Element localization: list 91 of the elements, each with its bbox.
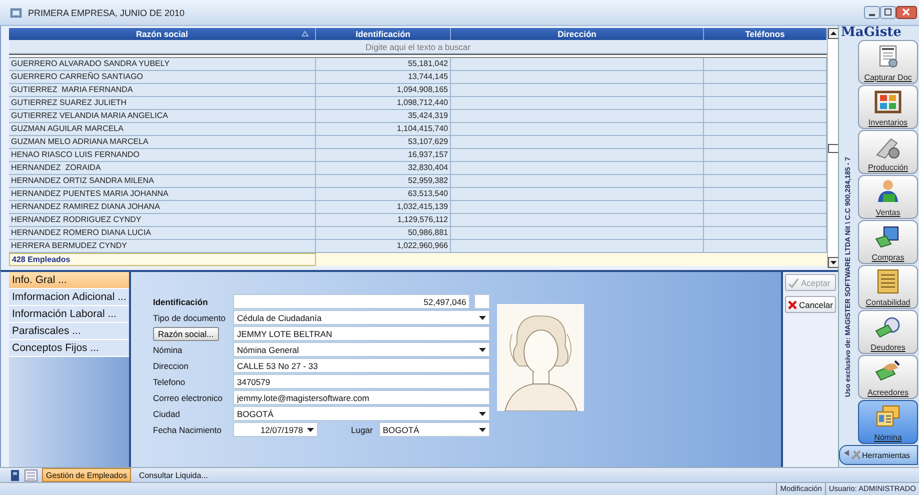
dropdown[interactable]: Cédula de Ciudadanía	[233, 310, 490, 325]
input-field[interactable]: 3470579	[233, 374, 490, 389]
shelf-icon	[873, 88, 903, 115]
scroll-thumb-icon[interactable]	[828, 144, 839, 152]
table-cell: HERNANDEZ ORTIZ SANDRA MILENA	[9, 175, 316, 188]
scroll-up-icon[interactable]	[828, 28, 839, 39]
table-cell: 50,986,881	[316, 227, 451, 240]
table-cell: 52,959,382	[316, 175, 451, 188]
window-title: PRIMERA EMPRESA, JUNIO DE 2010	[28, 8, 185, 18]
record-count: 428 Empleados	[9, 253, 316, 266]
minimize-icon[interactable]	[864, 6, 880, 19]
input-field[interactable]: CALLE 53 No 27 - 33	[233, 358, 490, 373]
table-cell: 55,181,042	[316, 58, 451, 71]
caret-icon	[479, 412, 486, 416]
nav-item[interactable]: Conceptos Fijos ...	[9, 340, 129, 357]
dropdown[interactable]: BOGOTÁ	[233, 406, 490, 421]
field-label: Telefono	[153, 376, 186, 386]
module-button[interactable]: Compras	[858, 220, 918, 264]
table-cell: HERNANDEZ RODRIGUEZ CYNDY	[9, 214, 316, 227]
table-cell: HENAO RIASCO LUIS FERNANDO	[9, 149, 316, 162]
table-cell: HERRERA BERMUDEZ CYNDY	[9, 240, 316, 253]
close-icon[interactable]	[896, 6, 917, 19]
nav-item[interactable]: Parafiscales ...	[9, 323, 129, 340]
input-field[interactable]: 52,497,046	[233, 294, 470, 309]
field-label: Correo electronico	[153, 392, 224, 402]
tab[interactable]: Gestión de Empleados	[42, 468, 131, 482]
table-cell: GUERRERO CARREÑO SANTIAGO	[9, 71, 316, 84]
field-label: Tipo de documento	[153, 312, 226, 322]
app-icon	[10, 6, 22, 18]
action-button[interactable]: Cancelar	[785, 296, 836, 313]
table-cell: GUZMAN MELO ADRIANA MARCELA	[9, 136, 316, 149]
table-cell: GUTIERREZ VELANDIA MARIA ANGELICA	[9, 110, 316, 123]
table-cell: HERNANDEZ ZORAIDA	[9, 162, 316, 175]
caret-icon	[479, 316, 486, 320]
tools-button[interactable]: Herramientas	[839, 445, 918, 465]
table-cell: GUZMAN AGUILAR MARCELA	[9, 123, 316, 136]
table-cell: GUTIERREZ MARIA FERNANDA	[9, 84, 316, 97]
nav-item[interactable]: Información Laboral ...	[9, 306, 129, 323]
field-label: Nómina	[153, 344, 184, 354]
cross-icon	[788, 300, 797, 310]
caret-icon	[307, 428, 314, 432]
input-field[interactable]	[474, 294, 490, 309]
input-field[interactable]: jemmy.lote@magistersoftware.com	[233, 390, 490, 405]
check-icon	[788, 278, 799, 288]
list-icon[interactable]	[24, 468, 38, 482]
module-button[interactable]: Producción	[858, 130, 918, 174]
field-label: Ciudad	[153, 408, 181, 418]
table-cell: GUTIERREZ SUAREZ JULIETH	[9, 97, 316, 110]
table-cell: 1,104,415,740	[316, 123, 451, 136]
table-cell: 1,022,960,966	[316, 240, 451, 253]
razon-social-button[interactable]: Razón social...	[153, 326, 219, 340]
table-cell: 32,830,404	[316, 162, 451, 175]
table-cell: 35,424,319	[316, 110, 451, 123]
dropdown[interactable]: BOGOTÁ	[378, 422, 490, 437]
caret-icon	[479, 348, 486, 352]
field-label: Fecha Nacimiento	[153, 424, 223, 434]
tab[interactable]: Consultar Liquida...	[134, 468, 212, 482]
module-button[interactable]: Deudores	[858, 310, 918, 354]
table-cell: 63,513,540	[316, 188, 451, 201]
table-cell: 16,937,157	[316, 149, 451, 162]
table-cell: 1,129,576,112	[316, 214, 451, 227]
table-cell: 1,098,712,440	[316, 97, 451, 110]
module-button[interactable]: Acreedores	[858, 355, 918, 399]
table-cell: HERNANDEZ RAMIREZ DIANA JOHANA	[9, 201, 316, 214]
tools-icon	[843, 449, 861, 461]
dropdown[interactable]: Nómina General	[233, 342, 490, 357]
table-cell: 13,744,145	[316, 71, 451, 84]
input-field[interactable]: JEMMY LOTE BELTRAN	[233, 326, 490, 341]
table-cell: HERNANDEZ ROMERO DIANA LUCIA	[9, 227, 316, 240]
table-cell: 1,094,908,165	[316, 84, 451, 97]
module-button[interactable]: Nómina	[858, 400, 918, 444]
module-button[interactable]: Inventarios	[858, 85, 918, 129]
brand-logo: MaGiste	[840, 26, 902, 40]
module-button[interactable]: Capturar Doc	[858, 40, 918, 84]
nav-item[interactable]: Info. Gral ...	[9, 272, 129, 289]
field-label: Identificación	[153, 296, 209, 306]
search-field[interactable]: Digite aqui el texto a buscar	[9, 40, 827, 54]
nav-item[interactable]: Imformacion Adicional ...	[9, 289, 129, 306]
module-button[interactable]: Ventas	[858, 175, 918, 219]
table-cell: 53,107,629	[316, 136, 451, 149]
caret-icon	[479, 428, 486, 432]
date-picker[interactable]: 12/07/1978	[233, 422, 318, 437]
table-cell: 1,032,415,139	[316, 201, 451, 214]
scroll-down-icon[interactable]	[828, 257, 839, 268]
maximize-icon[interactable]	[880, 6, 896, 19]
sort-icon	[302, 31, 309, 37]
field-label: Lugar	[351, 424, 373, 434]
table-cell: HERNANDEZ PUENTES MARIA JOHANNA	[9, 188, 316, 201]
module-button[interactable]: Contabilidad	[858, 265, 918, 309]
field-label: Direccion	[153, 360, 190, 370]
table-cell: GUERRERO ALVARADO SANDRA YUBELY	[9, 58, 316, 71]
